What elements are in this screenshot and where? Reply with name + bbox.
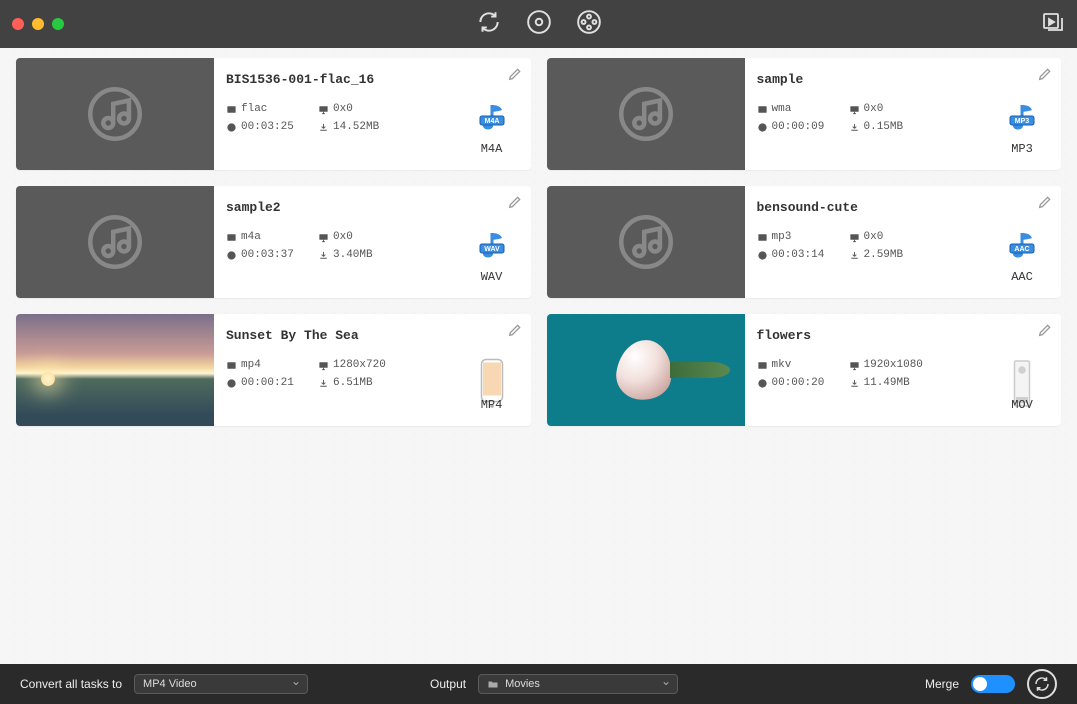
media-card[interactable]: flowers mkv 1920x1080 00:00:20 11.49MB M… [547,314,1062,426]
media-title: flowers [757,328,977,343]
svg-text:WAV: WAV [484,246,500,253]
edit-icon[interactable] [507,194,523,214]
disc-tab-icon[interactable] [526,9,552,39]
media-card[interactable]: BIS1536-001-flac_16 flac 0x0 00:03:25 14… [16,58,531,170]
output-format[interactable]: MP3 MP3 [993,102,1051,156]
duration-stat: 00:03:37 [226,249,318,261]
output-folder-select[interactable]: Movies [478,674,678,694]
convert-all-label: Convert all tasks to [20,677,122,691]
title-bar [0,0,1077,48]
duration-stat: 00:03:25 [226,121,318,133]
duration-stat: 00:00:21 [226,377,318,389]
close-window-button[interactable] [12,18,24,30]
dimensions-stat: 1920x1080 [849,359,941,371]
thumbnail [16,58,214,170]
format-label: MP4 [463,398,521,412]
duration-stat: 00:00:09 [757,121,849,133]
duration-stat: 00:00:20 [757,377,849,389]
size-stat: 11.49MB [849,377,941,389]
format-label: MOV [993,398,1051,412]
svg-text:AAC: AAC [1014,246,1029,253]
codec-stat: mp3 [757,231,849,243]
format-label: M4A [463,142,521,156]
dimensions-stat: 0x0 [849,231,941,243]
size-stat: 0.15MB [849,121,941,133]
edit-icon[interactable] [507,322,523,342]
size-stat: 2.59MB [849,249,941,261]
maximize-window-button[interactable] [52,18,64,30]
toolbar [476,9,602,39]
dimensions-stat: 0x0 [318,231,410,243]
edit-icon[interactable] [1037,66,1053,86]
thumbnail [16,314,214,426]
media-card[interactable]: sample2 m4a 0x0 00:03:37 3.40MB WAV WAV [16,186,531,298]
playlist-icon[interactable] [1041,10,1065,38]
dimensions-stat: 0x0 [318,103,410,115]
merge-label: Merge [925,677,959,691]
media-card[interactable]: bensound-cute mp3 0x0 00:03:14 2.59MB AA… [547,186,1062,298]
format-label: MP3 [993,142,1051,156]
content-area: BIS1536-001-flac_16 flac 0x0 00:03:25 14… [0,48,1077,664]
output-format[interactable]: MP4 [463,358,521,412]
output-format[interactable]: MOV [993,358,1051,412]
media-title: bensound-cute [757,200,977,215]
size-stat: 6.51MB [318,377,410,389]
media-title: BIS1536-001-flac_16 [226,72,446,87]
convert-button[interactable] [1027,669,1057,699]
output-format[interactable]: WAV WAV [463,230,521,284]
video-tab-icon[interactable] [576,9,602,39]
thumbnail [547,186,745,298]
convert-tab-icon[interactable] [476,9,502,39]
media-card[interactable]: sample wma 0x0 00:00:09 0.15MB MP3 MP3 [547,58,1062,170]
size-stat: 3.40MB [318,249,410,261]
codec-stat: flac [226,103,318,115]
codec-stat: wma [757,103,849,115]
media-card[interactable]: Sunset By The Sea mp4 1280x720 00:00:21 … [16,314,531,426]
svg-text:M4A: M4A [484,118,499,125]
thumbnail [547,314,745,426]
thumbnail [547,58,745,170]
edit-icon[interactable] [1037,194,1053,214]
duration-stat: 00:03:14 [757,249,849,261]
codec-stat: mkv [757,359,849,371]
media-title: sample [757,72,977,87]
dimensions-stat: 0x0 [849,103,941,115]
bottom-bar: Convert all tasks to MP4 Video Output Mo… [0,664,1077,704]
merge-toggle[interactable] [971,675,1015,693]
size-stat: 14.52MB [318,121,410,133]
codec-stat: m4a [226,231,318,243]
media-title: sample2 [226,200,446,215]
window-controls [12,18,64,30]
codec-stat: mp4 [226,359,318,371]
svg-text:MP3: MP3 [1015,118,1030,125]
format-label: AAC [993,270,1051,284]
convert-format-select[interactable]: MP4 Video [134,674,308,694]
media-title: Sunset By The Sea [226,328,446,343]
edit-icon[interactable] [507,66,523,86]
output-format[interactable]: M4A M4A [463,102,521,156]
thumbnail [16,186,214,298]
dimensions-stat: 1280x720 [318,359,410,371]
minimize-window-button[interactable] [32,18,44,30]
edit-icon[interactable] [1037,322,1053,342]
format-label: WAV [463,270,521,284]
output-label: Output [430,677,466,691]
output-format[interactable]: AAC AAC [993,230,1051,284]
